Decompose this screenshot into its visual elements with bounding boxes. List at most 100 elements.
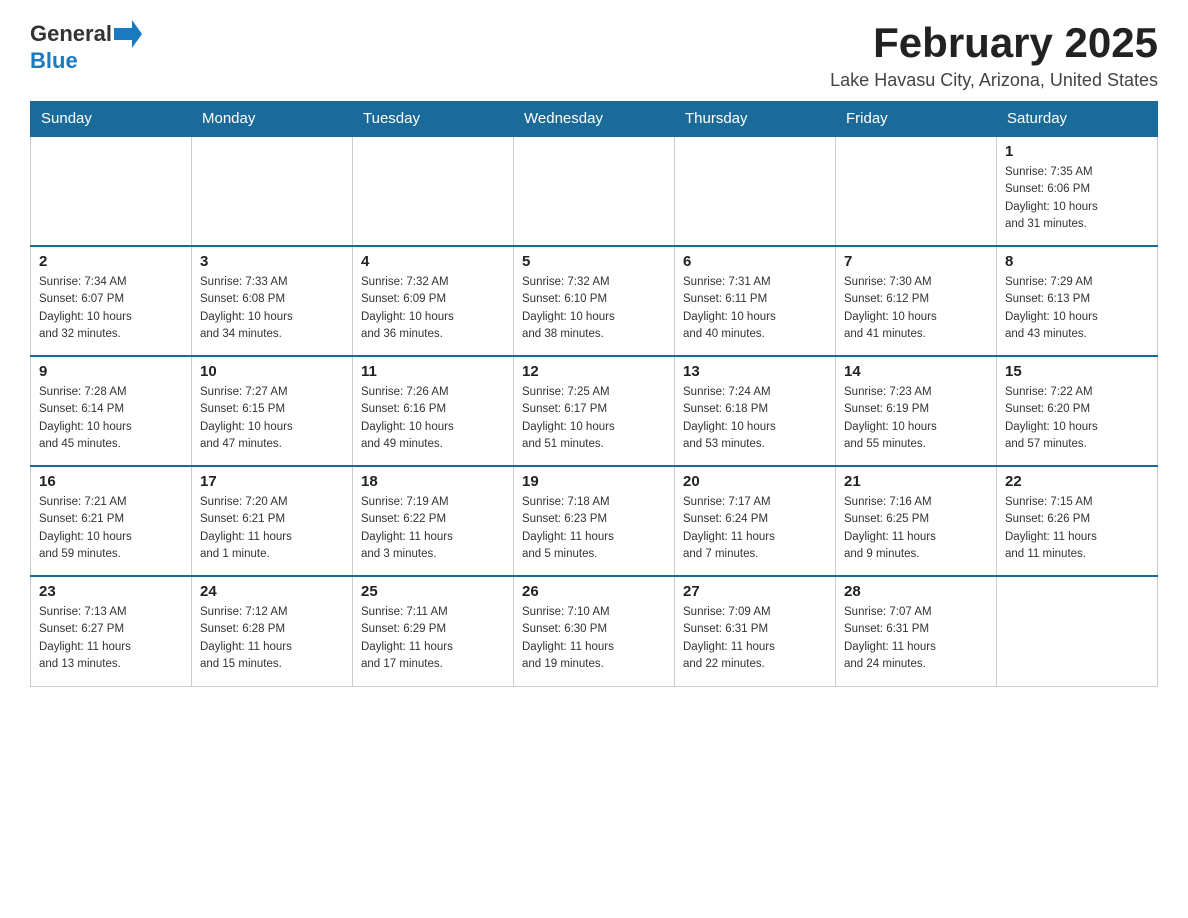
calendar-table: SundayMondayTuesdayWednesdayThursdayFrid… [30,101,1158,687]
week-row-3: 9 Sunrise: 7:28 AM Sunset: 6:14 PM Daylig… [31,356,1158,466]
calendar-cell: 27 Sunrise: 7:09 AM Sunset: 6:31 PM Dayli… [675,576,836,686]
calendar-cell: 18 Sunrise: 7:19 AM Sunset: 6:22 PM Dayli… [353,466,514,576]
logo: General Blue [30,20,142,74]
day-number: 8 [1005,253,1149,270]
day-number: 2 [39,253,183,270]
day-number: 14 [844,363,988,380]
day-info: Sunrise: 7:18 AM Sunset: 6:23 PM Dayligh… [522,494,666,563]
day-info: Sunrise: 7:26 AM Sunset: 6:16 PM Dayligh… [361,384,505,453]
week-row-4: 16Sunrise: 7:21 AM Sunset: 6:21 PM Dayli… [31,466,1158,576]
calendar-cell: 23Sunrise: 7:13 AM Sunset: 6:27 PM Dayli… [31,576,192,686]
day-number: 11 [361,363,505,380]
week-row-5: 23Sunrise: 7:13 AM Sunset: 6:27 PM Dayli… [31,576,1158,686]
day-number: 17 [200,473,344,490]
calendar-cell: 13 Sunrise: 7:24 AM Sunset: 6:18 PM Dayli… [675,356,836,466]
calendar-cell: 3 Sunrise: 7:33 AM Sunset: 6:08 PM Daylig… [192,246,353,356]
day-info: Sunrise: 7:22 AM Sunset: 6:20 PM Dayligh… [1005,384,1149,453]
month-title: February 2025 [830,20,1158,66]
day-number: 15 [1005,363,1149,380]
day-info: Sunrise: 7:32 AM Sunset: 6:10 PM Dayligh… [522,274,666,343]
day-number: 25 [361,583,505,600]
day-info: Sunrise: 7:29 AM Sunset: 6:13 PM Dayligh… [1005,274,1149,343]
day-info: Sunrise: 7:11 AM Sunset: 6:29 PM Dayligh… [361,604,505,673]
day-info: Sunrise: 7:33 AM Sunset: 6:08 PM Dayligh… [200,274,344,343]
calendar-cell: 5 Sunrise: 7:32 AM Sunset: 6:10 PM Daylig… [514,246,675,356]
calendar-cell: 25 Sunrise: 7:11 AM Sunset: 6:29 PM Dayli… [353,576,514,686]
day-number: 6 [683,253,827,270]
calendar-cell: 21 Sunrise: 7:16 AM Sunset: 6:25 PM Dayli… [836,466,997,576]
day-info: Sunrise: 7:09 AM Sunset: 6:31 PM Dayligh… [683,604,827,673]
day-info: Sunrise: 7:24 AM Sunset: 6:18 PM Dayligh… [683,384,827,453]
day-info: Sunrise: 7:32 AM Sunset: 6:09 PM Dayligh… [361,274,505,343]
calendar-cell [31,136,192,246]
day-number: 9 [39,363,183,380]
day-info: Sunrise: 7:12 AM Sunset: 6:28 PM Dayligh… [200,604,344,673]
day-number: 5 [522,253,666,270]
calendar-cell: 19Sunrise: 7:18 AM Sunset: 6:23 PM Dayli… [514,466,675,576]
weekday-header-tuesday: Tuesday [353,102,514,137]
calendar-cell: 6 Sunrise: 7:31 AM Sunset: 6:11 PM Daylig… [675,246,836,356]
day-info: Sunrise: 7:27 AM Sunset: 6:15 PM Dayligh… [200,384,344,453]
calendar-cell [353,136,514,246]
day-number: 24 [200,583,344,600]
calendar-cell: 20 Sunrise: 7:17 AM Sunset: 6:24 PM Dayli… [675,466,836,576]
day-number: 18 [361,473,505,490]
calendar-cell [192,136,353,246]
calendar-cell: 17 Sunrise: 7:20 AM Sunset: 6:21 PM Dayli… [192,466,353,576]
calendar-cell: 14 Sunrise: 7:23 AM Sunset: 6:19 PM Dayli… [836,356,997,466]
day-info: Sunrise: 7:30 AM Sunset: 6:12 PM Dayligh… [844,274,988,343]
day-number: 12 [522,363,666,380]
logo-text-blue: Blue [30,48,78,74]
location-title: Lake Havasu City, Arizona, United States [830,70,1158,91]
calendar-cell: 1 Sunrise: 7:35 AM Sunset: 6:06 PM Daylig… [997,136,1158,246]
day-info: Sunrise: 7:16 AM Sunset: 6:25 PM Dayligh… [844,494,988,563]
day-number: 3 [200,253,344,270]
day-info: Sunrise: 7:13 AM Sunset: 6:27 PM Dayligh… [39,604,183,673]
day-info: Sunrise: 7:35 AM Sunset: 6:06 PM Dayligh… [1005,164,1149,233]
day-info: Sunrise: 7:23 AM Sunset: 6:19 PM Dayligh… [844,384,988,453]
weekday-header-thursday: Thursday [675,102,836,137]
day-number: 4 [361,253,505,270]
day-number: 28 [844,583,988,600]
day-number: 27 [683,583,827,600]
calendar-cell: 4 Sunrise: 7:32 AM Sunset: 6:09 PM Daylig… [353,246,514,356]
day-number: 26 [522,583,666,600]
day-number: 16 [39,473,183,490]
day-info: Sunrise: 7:19 AM Sunset: 6:22 PM Dayligh… [361,494,505,563]
day-info: Sunrise: 7:31 AM Sunset: 6:11 PM Dayligh… [683,274,827,343]
weekday-header-wednesday: Wednesday [514,102,675,137]
calendar-cell [675,136,836,246]
calendar-cell: 8 Sunrise: 7:29 AM Sunset: 6:13 PM Daylig… [997,246,1158,356]
logo-text-general: General [30,21,112,47]
day-number: 22 [1005,473,1149,490]
day-info: Sunrise: 7:34 AM Sunset: 6:07 PM Dayligh… [39,274,183,343]
day-number: 1 [1005,143,1149,160]
calendar-cell: 10Sunrise: 7:27 AM Sunset: 6:15 PM Dayli… [192,356,353,466]
calendar-cell [836,136,997,246]
weekday-header-monday: Monday [192,102,353,137]
weekday-header-saturday: Saturday [997,102,1158,137]
day-number: 13 [683,363,827,380]
calendar-cell: 12 Sunrise: 7:25 AM Sunset: 6:17 PM Dayli… [514,356,675,466]
calendar-cell: 9 Sunrise: 7:28 AM Sunset: 6:14 PM Daylig… [31,356,192,466]
title-block: February 2025 Lake Havasu City, Arizona,… [830,20,1158,91]
calendar-cell: 24 Sunrise: 7:12 AM Sunset: 6:28 PM Dayli… [192,576,353,686]
calendar-cell: 28 Sunrise: 7:07 AM Sunset: 6:31 PM Dayli… [836,576,997,686]
calendar-cell: 15 Sunrise: 7:22 AM Sunset: 6:20 PM Dayli… [997,356,1158,466]
weekday-header-sunday: Sunday [31,102,192,137]
day-info: Sunrise: 7:28 AM Sunset: 6:14 PM Dayligh… [39,384,183,453]
weekday-header-row: SundayMondayTuesdayWednesdayThursdayFrid… [31,102,1158,137]
week-row-1: 1 Sunrise: 7:35 AM Sunset: 6:06 PM Daylig… [31,136,1158,246]
day-number: 20 [683,473,827,490]
day-info: Sunrise: 7:25 AM Sunset: 6:17 PM Dayligh… [522,384,666,453]
day-info: Sunrise: 7:15 AM Sunset: 6:26 PM Dayligh… [1005,494,1149,563]
weekday-header-friday: Friday [836,102,997,137]
day-number: 21 [844,473,988,490]
calendar-cell: 16Sunrise: 7:21 AM Sunset: 6:21 PM Dayli… [31,466,192,576]
day-info: Sunrise: 7:20 AM Sunset: 6:21 PM Dayligh… [200,494,344,563]
page-header: General Blue February 2025 Lake Havasu C… [30,20,1158,91]
day-info: Sunrise: 7:07 AM Sunset: 6:31 PM Dayligh… [844,604,988,673]
calendar-cell: 11 Sunrise: 7:26 AM Sunset: 6:16 PM Dayli… [353,356,514,466]
day-number: 7 [844,253,988,270]
day-info: Sunrise: 7:17 AM Sunset: 6:24 PM Dayligh… [683,494,827,563]
